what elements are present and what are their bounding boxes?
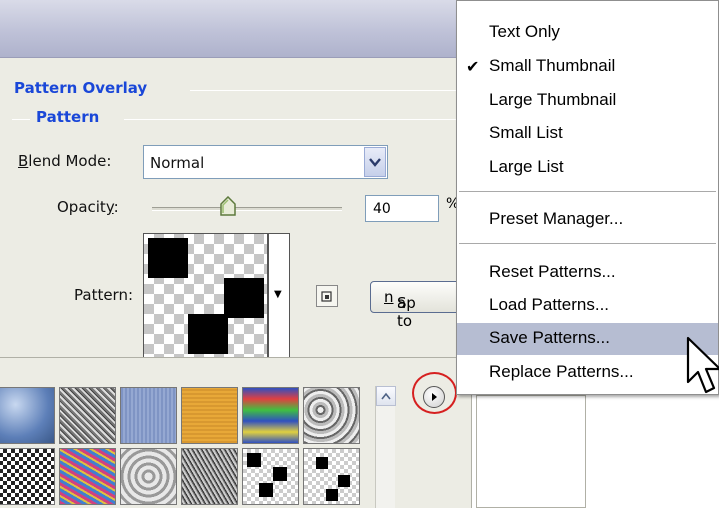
pattern-swatch[interactable] [59, 448, 116, 505]
chevron-down-icon[interactable] [364, 147, 386, 177]
pattern-swatch[interactable] [242, 448, 299, 505]
blend-mode-label: Blend Mode: [18, 152, 112, 170]
layer-style-dialog: Pattern Overlay Pattern Blend Mode: Norm… [0, 0, 459, 508]
blend-mode-select[interactable]: Normal [143, 145, 388, 179]
pattern-swatch[interactable] [59, 387, 116, 444]
checkmark-icon: ✔ [466, 57, 480, 76]
menu-item-replace-patterns[interactable]: Replace Patterns... [457, 357, 718, 389]
section-title: Pattern Overlay [14, 79, 154, 97]
pattern-swatch[interactable] [303, 448, 360, 505]
pattern-swatch[interactable] [303, 387, 360, 444]
new-preset-icon[interactable] [316, 285, 338, 307]
subsection-divider-left [12, 119, 30, 120]
opacity-slider[interactable] [152, 207, 342, 211]
menu-item-small-list[interactable]: Small List [457, 118, 718, 150]
callout-circle [412, 372, 457, 414]
menu-item-large-thumbnail[interactable]: Large Thumbnail [457, 85, 718, 117]
pattern-swatch[interactable] [120, 387, 177, 444]
menu-item-preset-manager[interactable]: Preset Manager... [457, 204, 718, 236]
opacity-input[interactable]: 40 [365, 195, 439, 222]
subsection-divider-right [124, 119, 459, 120]
snap-to-origin-button[interactable]: Sn ap to [370, 281, 459, 330]
pattern-swatch[interactable] [120, 448, 177, 505]
menu-separator [459, 191, 716, 192]
scroll-up-icon[interactable] [376, 386, 396, 406]
pattern-block [188, 314, 228, 354]
opacity-label: Opacity: [57, 198, 119, 216]
pattern-swatch[interactable] [181, 387, 238, 444]
pattern-swatch[interactable] [181, 448, 238, 505]
triangle-down-icon: ▼ [274, 289, 282, 300]
menu-item-small-thumbnail[interactable]: ✔ Small Thumbnail [457, 51, 718, 83]
pattern-label: Pattern: [74, 286, 134, 304]
pattern-preview[interactable] [143, 233, 268, 358]
pattern-swatch[interactable] [0, 387, 55, 444]
menu-separator [459, 243, 716, 244]
pattern-dropdown-button[interactable]: ▼ [268, 233, 290, 358]
pattern-block [148, 238, 188, 278]
subsection-title: Pattern [36, 108, 106, 126]
background-box [476, 395, 586, 508]
menu-item-text-only[interactable]: Text Only [457, 17, 718, 49]
section-divider [190, 90, 459, 91]
slider-thumb-icon[interactable] [218, 195, 238, 216]
pattern-block [224, 278, 264, 318]
picker-scrollbar[interactable] [375, 386, 396, 508]
pattern-swatch[interactable] [0, 448, 55, 505]
mouse-pointer-icon [686, 336, 719, 396]
pattern-options-menu: Text Only ✔ Small Thumbnail Large Thumbna… [456, 0, 719, 395]
menu-item-large-list[interactable]: Large List [457, 152, 718, 184]
blend-mode-value: Normal [150, 154, 205, 172]
menu-item-save-patterns[interactable]: Save Patterns... [457, 323, 718, 355]
pattern-swatch[interactable] [242, 387, 299, 444]
title-bar [0, 0, 459, 58]
menu-item-load-patterns[interactable]: Load Patterns... [457, 290, 718, 322]
menu-item-reset-patterns[interactable]: Reset Patterns... [457, 257, 718, 289]
